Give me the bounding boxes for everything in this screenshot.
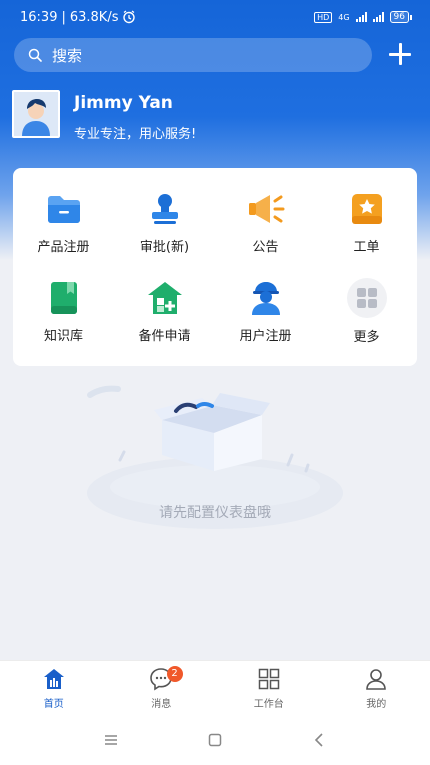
tab-profile[interactable]: 我的: [323, 661, 430, 714]
grid-item-spare-parts[interactable]: 备件申请: [114, 267, 215, 356]
network-label: 4G: [338, 12, 350, 22]
message-badge: 2: [166, 666, 183, 682]
square-icon: [208, 733, 222, 746]
battery-level: 96: [393, 12, 405, 22]
home-icon: [41, 666, 67, 692]
more-grid-icon: [346, 278, 387, 318]
grid-label: 产品注册: [37, 240, 90, 255]
search-placeholder: 搜索: [52, 46, 83, 65]
tab-label: 首页: [43, 698, 64, 710]
grid-label: 备件申请: [138, 329, 191, 344]
hd-badge: HD: [314, 11, 333, 23]
home-button[interactable]: [203, 728, 227, 752]
avatar[interactable]: [12, 90, 60, 138]
book-icon: [45, 279, 83, 317]
user-motto: 专业专注，用心服务!: [74, 127, 197, 142]
search-icon: [28, 48, 42, 62]
menu-icon: [105, 734, 117, 745]
grid-label: 知识库: [43, 329, 83, 344]
user-name: Jimmy Yan: [74, 93, 173, 113]
grid-item-product-register[interactable]: 产品注册: [13, 178, 114, 267]
grid-item-announcement[interactable]: 公告: [215, 178, 316, 267]
user-profile[interactable]: Jimmy Yan 专业专注，用心服务!: [12, 90, 196, 142]
warehouse-icon: [146, 279, 184, 317]
grid-item-knowledge-base[interactable]: 知识库: [13, 267, 114, 356]
bottom-tab-bar: 首页 2 消息 工作台 我的: [0, 660, 430, 714]
avatar-icon: [14, 92, 58, 136]
signal-icon: [355, 12, 367, 22]
back-button[interactable]: [307, 728, 331, 752]
menu-button[interactable]: [99, 728, 123, 752]
grid-item-user-register[interactable]: 用户注册: [215, 267, 316, 356]
status-time: 16:39: [20, 9, 58, 25]
tab-workbench[interactable]: 工作台: [215, 661, 323, 714]
folder-icon: [45, 190, 83, 228]
system-nav-bar: [0, 714, 430, 765]
battery-icon: 96: [389, 11, 412, 23]
grid-item-work-order[interactable]: 工单: [316, 178, 417, 267]
ticket-icon: [348, 190, 386, 228]
search-row: 搜索: [14, 38, 418, 72]
tab-home[interactable]: 首页: [0, 661, 108, 714]
grid-label: 审批(新): [139, 240, 190, 255]
grid-label: 工单: [353, 240, 380, 255]
feature-grid: 产品注册 审批(新) 公告 工单 知识库 备件申请 用户注册 更多: [13, 168, 417, 366]
alarm-icon: [123, 10, 136, 24]
grid-label: 更多: [353, 330, 380, 345]
grid-label: 公告: [252, 240, 279, 255]
grid-item-more[interactable]: 更多: [316, 267, 417, 356]
add-button[interactable]: [386, 40, 414, 68]
tab-label: 工作台: [253, 698, 284, 710]
grid-label: 用户注册: [239, 329, 292, 344]
empty-state-text: 请先配置仪表盘哦: [159, 505, 271, 521]
tab-messages[interactable]: 2 消息: [108, 661, 216, 714]
signal-icon-2: [372, 12, 384, 22]
tab-label: 我的: [366, 698, 387, 710]
stamp-icon: [146, 190, 184, 228]
tab-label: 消息: [151, 698, 172, 710]
profile-icon: [363, 666, 389, 692]
grid-item-approval[interactable]: 审批(新): [114, 178, 215, 267]
status-speed: 63.8K/s: [69, 9, 119, 25]
workbench-icon: [256, 666, 282, 692]
worker-icon: [247, 279, 285, 317]
back-icon: [314, 732, 323, 747]
search-input[interactable]: 搜索: [14, 38, 372, 72]
megaphone-icon: [247, 190, 285, 228]
status-bar: 16:39 | 63.8K/s HD 4G 96: [0, 0, 430, 34]
